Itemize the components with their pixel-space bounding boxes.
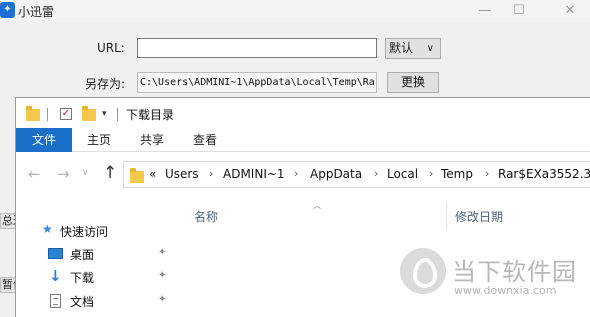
- sort-caret-icon: ︿: [313, 201, 321, 210]
- recent-locations-icon[interactable]: ∨: [82, 168, 89, 178]
- change-path-button[interactable]: 更换: [387, 72, 439, 93]
- nav-label: 快速访问: [60, 225, 109, 239]
- chevron-right-icon[interactable]: ›: [429, 167, 433, 180]
- nav-item-documents[interactable]: 文档 ✦: [16, 290, 176, 312]
- watermark: 当下软件园 www.downxia.com: [396, 248, 590, 317]
- nav-label: 下载: [70, 271, 95, 285]
- breadcrumb-appdata[interactable]: AppData: [310, 167, 362, 181]
- chevron-right-icon[interactable]: ›: [374, 167, 378, 180]
- document-icon: [50, 294, 61, 308]
- breadcrumb-temp[interactable]: Temp: [441, 167, 473, 181]
- breadcrumb-local[interactable]: Local: [387, 167, 418, 181]
- downloader-title: 小迅雷: [18, 5, 55, 19]
- navigation-pane: ★ 快速访问 桌面 ✦ ↓ 下载 ✦ 文档 ✦: [16, 198, 176, 317]
- tab-share[interactable]: 共享: [140, 128, 164, 152]
- chevron-down-icon: ∨: [426, 43, 434, 54]
- pin-icon[interactable]: ✦: [158, 247, 166, 258]
- url-label: URL:: [97, 41, 125, 55]
- properties-icon[interactable]: ✓: [60, 108, 72, 120]
- column-header-name[interactable]: 名称: [194, 208, 218, 225]
- pin-icon[interactable]: ✦: [158, 270, 166, 281]
- download-icon: ↓: [49, 267, 62, 285]
- tab-file[interactable]: 文件: [16, 128, 72, 152]
- nav-label: 文档: [70, 295, 95, 309]
- explorer-title: 下载目录: [126, 108, 175, 122]
- downloader-title-bar: ✦ 小迅雷 — ☐ ✕: [0, 0, 590, 22]
- star-icon: ★: [42, 222, 53, 236]
- nav-item-quick-access[interactable]: ★ 快速访问: [16, 220, 176, 242]
- quick-access-dropdown-icon[interactable]: ▾: [102, 109, 107, 119]
- tab-home[interactable]: 主页: [87, 128, 111, 152]
- ribbon-tabs: 文件 主页 共享 查看: [16, 128, 590, 152]
- column-divider[interactable]: [446, 203, 447, 229]
- pin-icon[interactable]: ✦: [158, 294, 166, 305]
- nav-item-desktop[interactable]: 桌面 ✦: [16, 243, 176, 265]
- breadcrumb-overflow[interactable]: «: [149, 167, 156, 181]
- speed-select-value: 默认: [389, 41, 414, 55]
- column-header-modified[interactable]: 修改日期: [455, 208, 503, 225]
- maximize-icon[interactable]: ☐: [504, 2, 534, 20]
- back-arrow-icon[interactable]: ←: [28, 165, 41, 183]
- navigation-bar: ← → ∨ ↑ « Users › ADMINI~1 › AppData › L…: [16, 152, 590, 198]
- watermark-name: 当下软件园: [452, 258, 577, 286]
- chevron-right-icon[interactable]: ›: [485, 167, 489, 180]
- watermark-logo-icon: [400, 248, 446, 294]
- minimize-icon[interactable]: —: [470, 2, 500, 20]
- folder-icon: [130, 168, 144, 183]
- breadcrumb-users[interactable]: Users: [165, 167, 199, 181]
- breadcrumb-rar-folder[interactable]: Rar$EXa3552.38: [498, 167, 590, 181]
- chevron-right-icon[interactable]: ›: [294, 167, 298, 180]
- url-input[interactable]: [137, 38, 377, 58]
- watermark-url: www.downxia.com: [454, 284, 557, 297]
- xunlei-logo-icon: ✦: [0, 2, 15, 18]
- nav-label: 桌面: [70, 248, 95, 262]
- close-icon[interactable]: ✕: [555, 2, 585, 20]
- forward-arrow-icon[interactable]: →: [57, 165, 70, 183]
- explorer-title-bar: ✓ ▾ 下载目录: [16, 98, 590, 128]
- chevron-right-icon[interactable]: ›: [209, 167, 213, 180]
- desktop-icon: [48, 248, 63, 259]
- screen: ✦ 小迅雷 — ☐ ✕ URL: 默认 ∨ 另存为: C:\Users\ADMI…: [0, 0, 590, 317]
- separator: [117, 108, 118, 121]
- up-arrow-icon[interactable]: ↑: [103, 163, 117, 183]
- nav-item-downloads[interactable]: ↓ 下载 ✦: [16, 266, 176, 288]
- save-path-field[interactable]: C:\Users\ADMINI~1\AppData\Local\Temp\Rar: [137, 72, 377, 93]
- save-as-label: 另存为:: [85, 77, 126, 91]
- folder-icon: [26, 106, 40, 121]
- new-folder-icon[interactable]: [82, 106, 96, 121]
- tab-view[interactable]: 查看: [193, 128, 217, 152]
- speed-select[interactable]: 默认 ∨: [385, 38, 441, 59]
- separator: [47, 108, 48, 121]
- breadcrumb-admini[interactable]: ADMINI~1: [223, 167, 285, 181]
- address-bar[interactable]: « Users › ADMINI~1 › AppData › Local › T…: [123, 161, 590, 188]
